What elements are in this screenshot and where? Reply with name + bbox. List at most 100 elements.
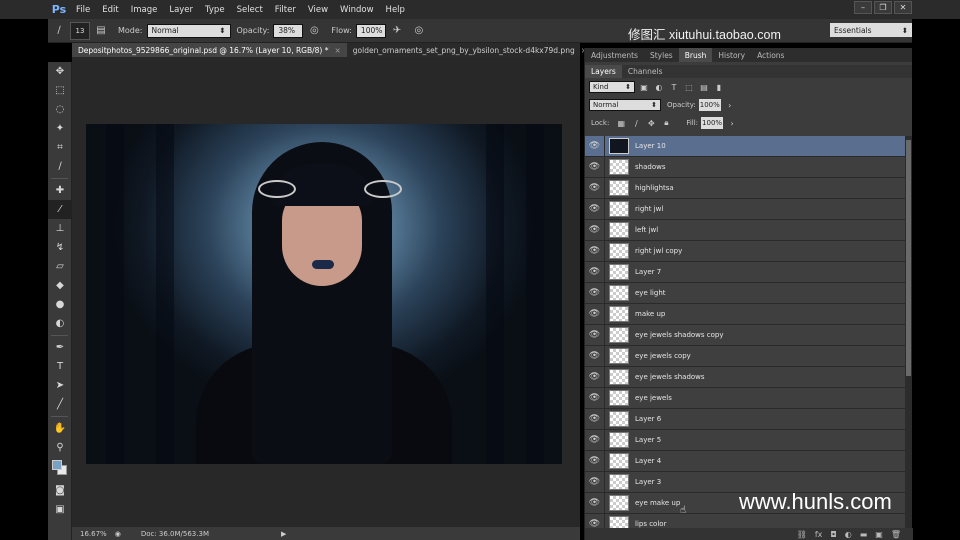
clone-stamp-tool-icon[interactable]: ⊥: [48, 219, 72, 238]
filter-shape-icon[interactable]: ⬚: [683, 81, 695, 93]
hand-tool-icon[interactable]: ✋: [48, 419, 72, 438]
layer-name[interactable]: Layer 3: [635, 478, 661, 486]
visibility-eye-icon[interactable]: 👁︎: [585, 429, 605, 451]
layer-thumbnail[interactable]: [609, 348, 629, 364]
layer-row[interactable]: 👁︎ lips color: [585, 513, 905, 528]
blend-mode-select[interactable]: Normal ⬍: [589, 99, 661, 111]
layer-thumbnail[interactable]: [609, 474, 629, 490]
layer-thumbnail[interactable]: [609, 159, 629, 175]
quick-mask-icon[interactable]: ◙: [48, 481, 72, 500]
layer-row[interactable]: 👁︎ Layer 10: [585, 136, 905, 157]
status-info-icon[interactable]: ◉: [115, 530, 121, 538]
paint-bucket-tool-icon[interactable]: ◆: [48, 276, 72, 295]
visibility-eye-icon[interactable]: 👁︎: [585, 156, 605, 178]
visibility-eye-icon[interactable]: 👁︎: [585, 219, 605, 241]
visibility-eye-icon[interactable]: 👁︎: [585, 471, 605, 493]
layer-thumbnail[interactable]: [609, 369, 629, 385]
status-menu-arrow-icon[interactable]: ▶: [281, 530, 286, 538]
scrollbar-thumb[interactable]: [906, 140, 911, 376]
layer-name[interactable]: shadows: [635, 163, 665, 171]
lock-transparency-icon[interactable]: ▦: [615, 117, 627, 129]
layer-thumbnail[interactable]: [609, 411, 629, 427]
visibility-eye-icon[interactable]: 👁︎: [585, 387, 605, 409]
layer-style-icon[interactable]: fx: [815, 530, 823, 539]
filter-type-icon[interactable]: T: [668, 81, 680, 93]
layer-thumbnail[interactable]: [609, 516, 629, 528]
airbrush-icon[interactable]: ✈: [389, 23, 405, 39]
menu-file[interactable]: File: [70, 5, 96, 15]
visibility-eye-icon[interactable]: 👁︎: [585, 345, 605, 367]
restore-icon[interactable]: ❐: [874, 1, 892, 14]
layer-row[interactable]: 👁︎ highlightsa: [585, 177, 905, 199]
blur-tool-icon[interactable]: ●: [48, 295, 72, 314]
foreground-color-swatch[interactable]: [52, 460, 62, 470]
opacity-input[interactable]: 38%: [273, 23, 304, 38]
layer-name[interactable]: make up: [635, 310, 665, 318]
layer-thumbnail[interactable]: [609, 432, 629, 448]
layer-filter-select[interactable]: Kind ⬍: [589, 81, 635, 93]
layer-row[interactable]: 👁︎ eye jewels copy: [585, 345, 905, 367]
layer-name[interactable]: eye light: [635, 289, 666, 297]
chevron-right-icon[interactable]: ›: [726, 117, 738, 129]
layer-row[interactable]: 👁︎ eye jewels shadows: [585, 366, 905, 388]
filter-pixel-icon[interactable]: ▣: [638, 81, 650, 93]
visibility-eye-icon[interactable]: 👁︎: [585, 136, 605, 157]
layer-name[interactable]: Layer 10: [635, 142, 666, 150]
filter-smart-object-icon[interactable]: ▤: [698, 81, 710, 93]
screen-mode-icon[interactable]: ▣: [48, 500, 72, 519]
flow-input[interactable]: 100%: [355, 23, 386, 38]
visibility-eye-icon[interactable]: 👁︎: [585, 513, 605, 528]
eraser-tool-icon[interactable]: ▱: [48, 257, 72, 276]
visibility-eye-icon[interactable]: 👁︎: [585, 492, 605, 514]
document-canvas[interactable]: [86, 124, 562, 464]
layer-thumbnail[interactable]: [609, 495, 629, 511]
line-tool-icon[interactable]: ╱: [48, 395, 72, 414]
brush-panel-toggle-icon[interactable]: ▤: [93, 23, 109, 39]
menu-window[interactable]: Window: [334, 5, 380, 15]
visibility-eye-icon[interactable]: 👁︎: [585, 324, 605, 346]
workspace-select[interactable]: Essentials ⬍: [830, 23, 912, 37]
minimize-icon[interactable]: –: [854, 1, 872, 14]
visibility-eye-icon[interactable]: 👁︎: [585, 198, 605, 220]
visibility-eye-icon[interactable]: 👁︎: [585, 282, 605, 304]
layer-name[interactable]: eye jewels: [635, 394, 672, 402]
tab-styles[interactable]: Styles: [644, 48, 679, 62]
tab-document-2[interactable]: golden_ornaments_set_png_by_ybsilon_stoc…: [347, 43, 593, 57]
layer-name[interactable]: highlightsa: [635, 184, 674, 192]
visibility-eye-icon[interactable]: 👁︎: [585, 240, 605, 262]
layer-name[interactable]: Layer 5: [635, 436, 661, 444]
layer-thumbnail[interactable]: [609, 306, 629, 322]
menu-select[interactable]: Select: [231, 5, 269, 15]
layer-name[interactable]: Layer 4: [635, 457, 661, 465]
layer-row[interactable]: 👁︎ eye jewels shadows copy: [585, 324, 905, 346]
layer-thumbnail[interactable]: [609, 222, 629, 238]
visibility-eye-icon[interactable]: 👁︎: [585, 303, 605, 325]
layer-row[interactable]: 👁︎ eye jewels: [585, 387, 905, 409]
tab-history[interactable]: History: [712, 48, 751, 62]
layer-row[interactable]: 👁︎ left jwl: [585, 219, 905, 241]
layer-name[interactable]: Layer 7: [635, 268, 661, 276]
menu-help[interactable]: Help: [380, 5, 411, 15]
layer-opacity-input[interactable]: 100%: [698, 99, 721, 111]
layer-row[interactable]: 👁︎ make up: [585, 303, 905, 325]
layer-row[interactable]: 👁︎ right jwl copy: [585, 240, 905, 262]
adjustment-layer-icon[interactable]: ◐: [845, 530, 852, 539]
new-layer-icon[interactable]: ▣: [875, 530, 883, 539]
filter-toggle-icon[interactable]: ▮: [713, 81, 725, 93]
lock-all-icon[interactable]: 🔒︎: [660, 117, 672, 129]
layer-row[interactable]: 👁︎ Layer 5: [585, 429, 905, 451]
visibility-eye-icon[interactable]: 👁︎: [585, 408, 605, 430]
layer-thumbnail[interactable]: [609, 243, 629, 259]
lock-position-icon[interactable]: ✥: [645, 117, 657, 129]
new-group-icon[interactable]: ▬: [860, 530, 868, 539]
dodge-tool-icon[interactable]: ◐: [48, 314, 72, 333]
link-layers-icon[interactable]: ⛓: [797, 530, 807, 539]
layer-thumbnail[interactable]: [609, 390, 629, 406]
layer-thumbnail[interactable]: [609, 264, 629, 280]
filter-adjustment-icon[interactable]: ◐: [653, 81, 665, 93]
zoom-tool-icon[interactable]: ⚲: [48, 438, 72, 457]
layer-thumbnail[interactable]: [609, 453, 629, 469]
eyedropper-tool-icon[interactable]: ∕: [48, 157, 72, 176]
tab-actions[interactable]: Actions: [751, 48, 790, 62]
path-selection-tool-icon[interactable]: ➤: [48, 376, 72, 395]
